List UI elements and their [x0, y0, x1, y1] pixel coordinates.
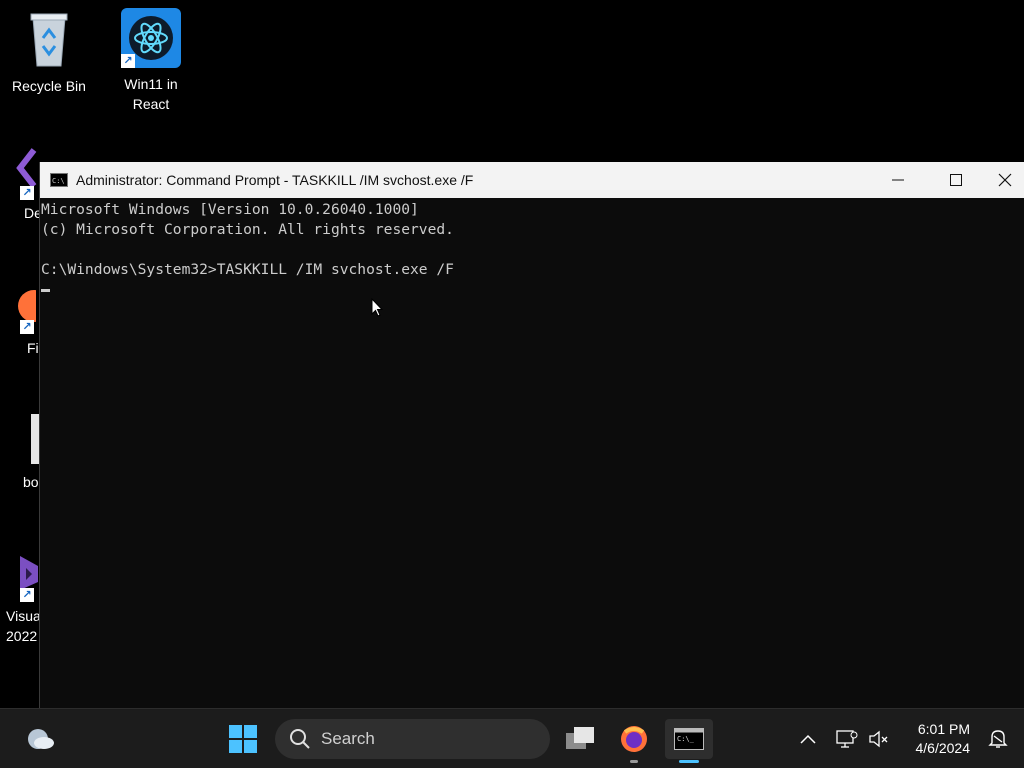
shortcut-arrow-icon: ↗	[121, 54, 135, 68]
taskbar: Search C:\_ 6:01 PM 4/6/2024	[0, 708, 1024, 768]
search-placeholder: Search	[321, 729, 375, 748]
notifications-button[interactable]	[978, 719, 1018, 759]
shortcut-arrow-icon: ↗	[20, 588, 34, 602]
close-button[interactable]	[985, 162, 1024, 198]
notification-bell-icon	[988, 730, 1008, 748]
mouse-pointer-icon	[371, 298, 383, 317]
desktop-icon-file-partial[interactable]	[31, 414, 39, 464]
dev-app-icon	[16, 148, 37, 188]
running-indicator	[630, 760, 638, 763]
taskbar-clock[interactable]: 6:01 PM 4/6/2024	[916, 720, 971, 758]
close-icon	[998, 173, 1012, 187]
widgets-button[interactable]	[21, 719, 61, 759]
recycle-bin-label: Recycle Bin	[12, 78, 86, 94]
desktop-icon-recycle-bin[interactable]: Recycle Bin	[4, 8, 94, 96]
network-icon	[836, 730, 858, 748]
win11-react-label: Win11 in React	[124, 76, 178, 112]
volume-button[interactable]	[859, 719, 899, 759]
recycle-bin-icon	[25, 8, 73, 70]
show-hidden-icons-button[interactable]	[788, 719, 828, 759]
task-view-button[interactable]	[560, 719, 600, 759]
shortcut-arrow-icon: ↗	[20, 320, 34, 334]
minimize-icon	[892, 179, 904, 181]
edge-label-visual: Visua 2022	[6, 608, 41, 644]
window-titlebar[interactable]: C:\ Administrator: Command Prompt - TASK…	[40, 162, 1024, 198]
console-line: C:\Windows\System32>TASKKILL /IM svchost…	[41, 261, 454, 278]
start-button[interactable]	[223, 719, 263, 759]
cmd-app-icon: C:\	[50, 173, 68, 187]
console-line: Microsoft Windows [Version 10.0.26040.10…	[41, 201, 419, 218]
console-line: (c) Microsoft Corporation. All rights re…	[41, 221, 454, 238]
volume-muted-icon	[869, 730, 888, 748]
console-output[interactable]: Microsoft Windows [Version 10.0.26040.10…	[40, 198, 1024, 300]
edge-label-fi: Fi	[27, 340, 39, 356]
firefox-icon	[621, 726, 647, 752]
chevron-up-icon	[800, 734, 816, 744]
command-prompt-window[interactable]: C:\ Administrator: Command Prompt - TASK…	[39, 162, 1024, 708]
weather-cloud-icon	[28, 729, 54, 749]
text-cursor	[41, 288, 50, 292]
search-icon	[290, 729, 310, 749]
shortcut-arrow-icon: ↗	[20, 186, 34, 200]
cmd-app-icon: C:\_	[674, 728, 704, 750]
clock-time: 6:01 PM	[917, 721, 970, 737]
react-icon: ↗	[121, 8, 181, 68]
windows-logo-icon	[229, 725, 257, 753]
visual-studio-icon	[20, 556, 38, 590]
maximize-button[interactable]	[927, 162, 985, 198]
taskbar-command-prompt[interactable]: C:\_	[665, 719, 713, 763]
maximize-icon	[950, 174, 962, 186]
window-title: Administrator: Command Prompt - TASKKILL…	[76, 172, 474, 188]
clock-date: 4/6/2024	[915, 740, 971, 756]
desktop-icon-win11-react[interactable]: ↗ Win11 in React	[106, 8, 196, 114]
taskbar-search-box[interactable]: Search	[275, 719, 550, 759]
minimize-button[interactable]	[869, 162, 927, 198]
task-view-icon	[566, 727, 594, 749]
svg-text:C:\_: C:\_	[677, 735, 695, 743]
edge-label-bo: bo	[23, 474, 39, 490]
console-cursor-line	[41, 280, 1024, 300]
taskbar-firefox[interactable]	[614, 719, 654, 763]
active-indicator	[679, 760, 699, 763]
